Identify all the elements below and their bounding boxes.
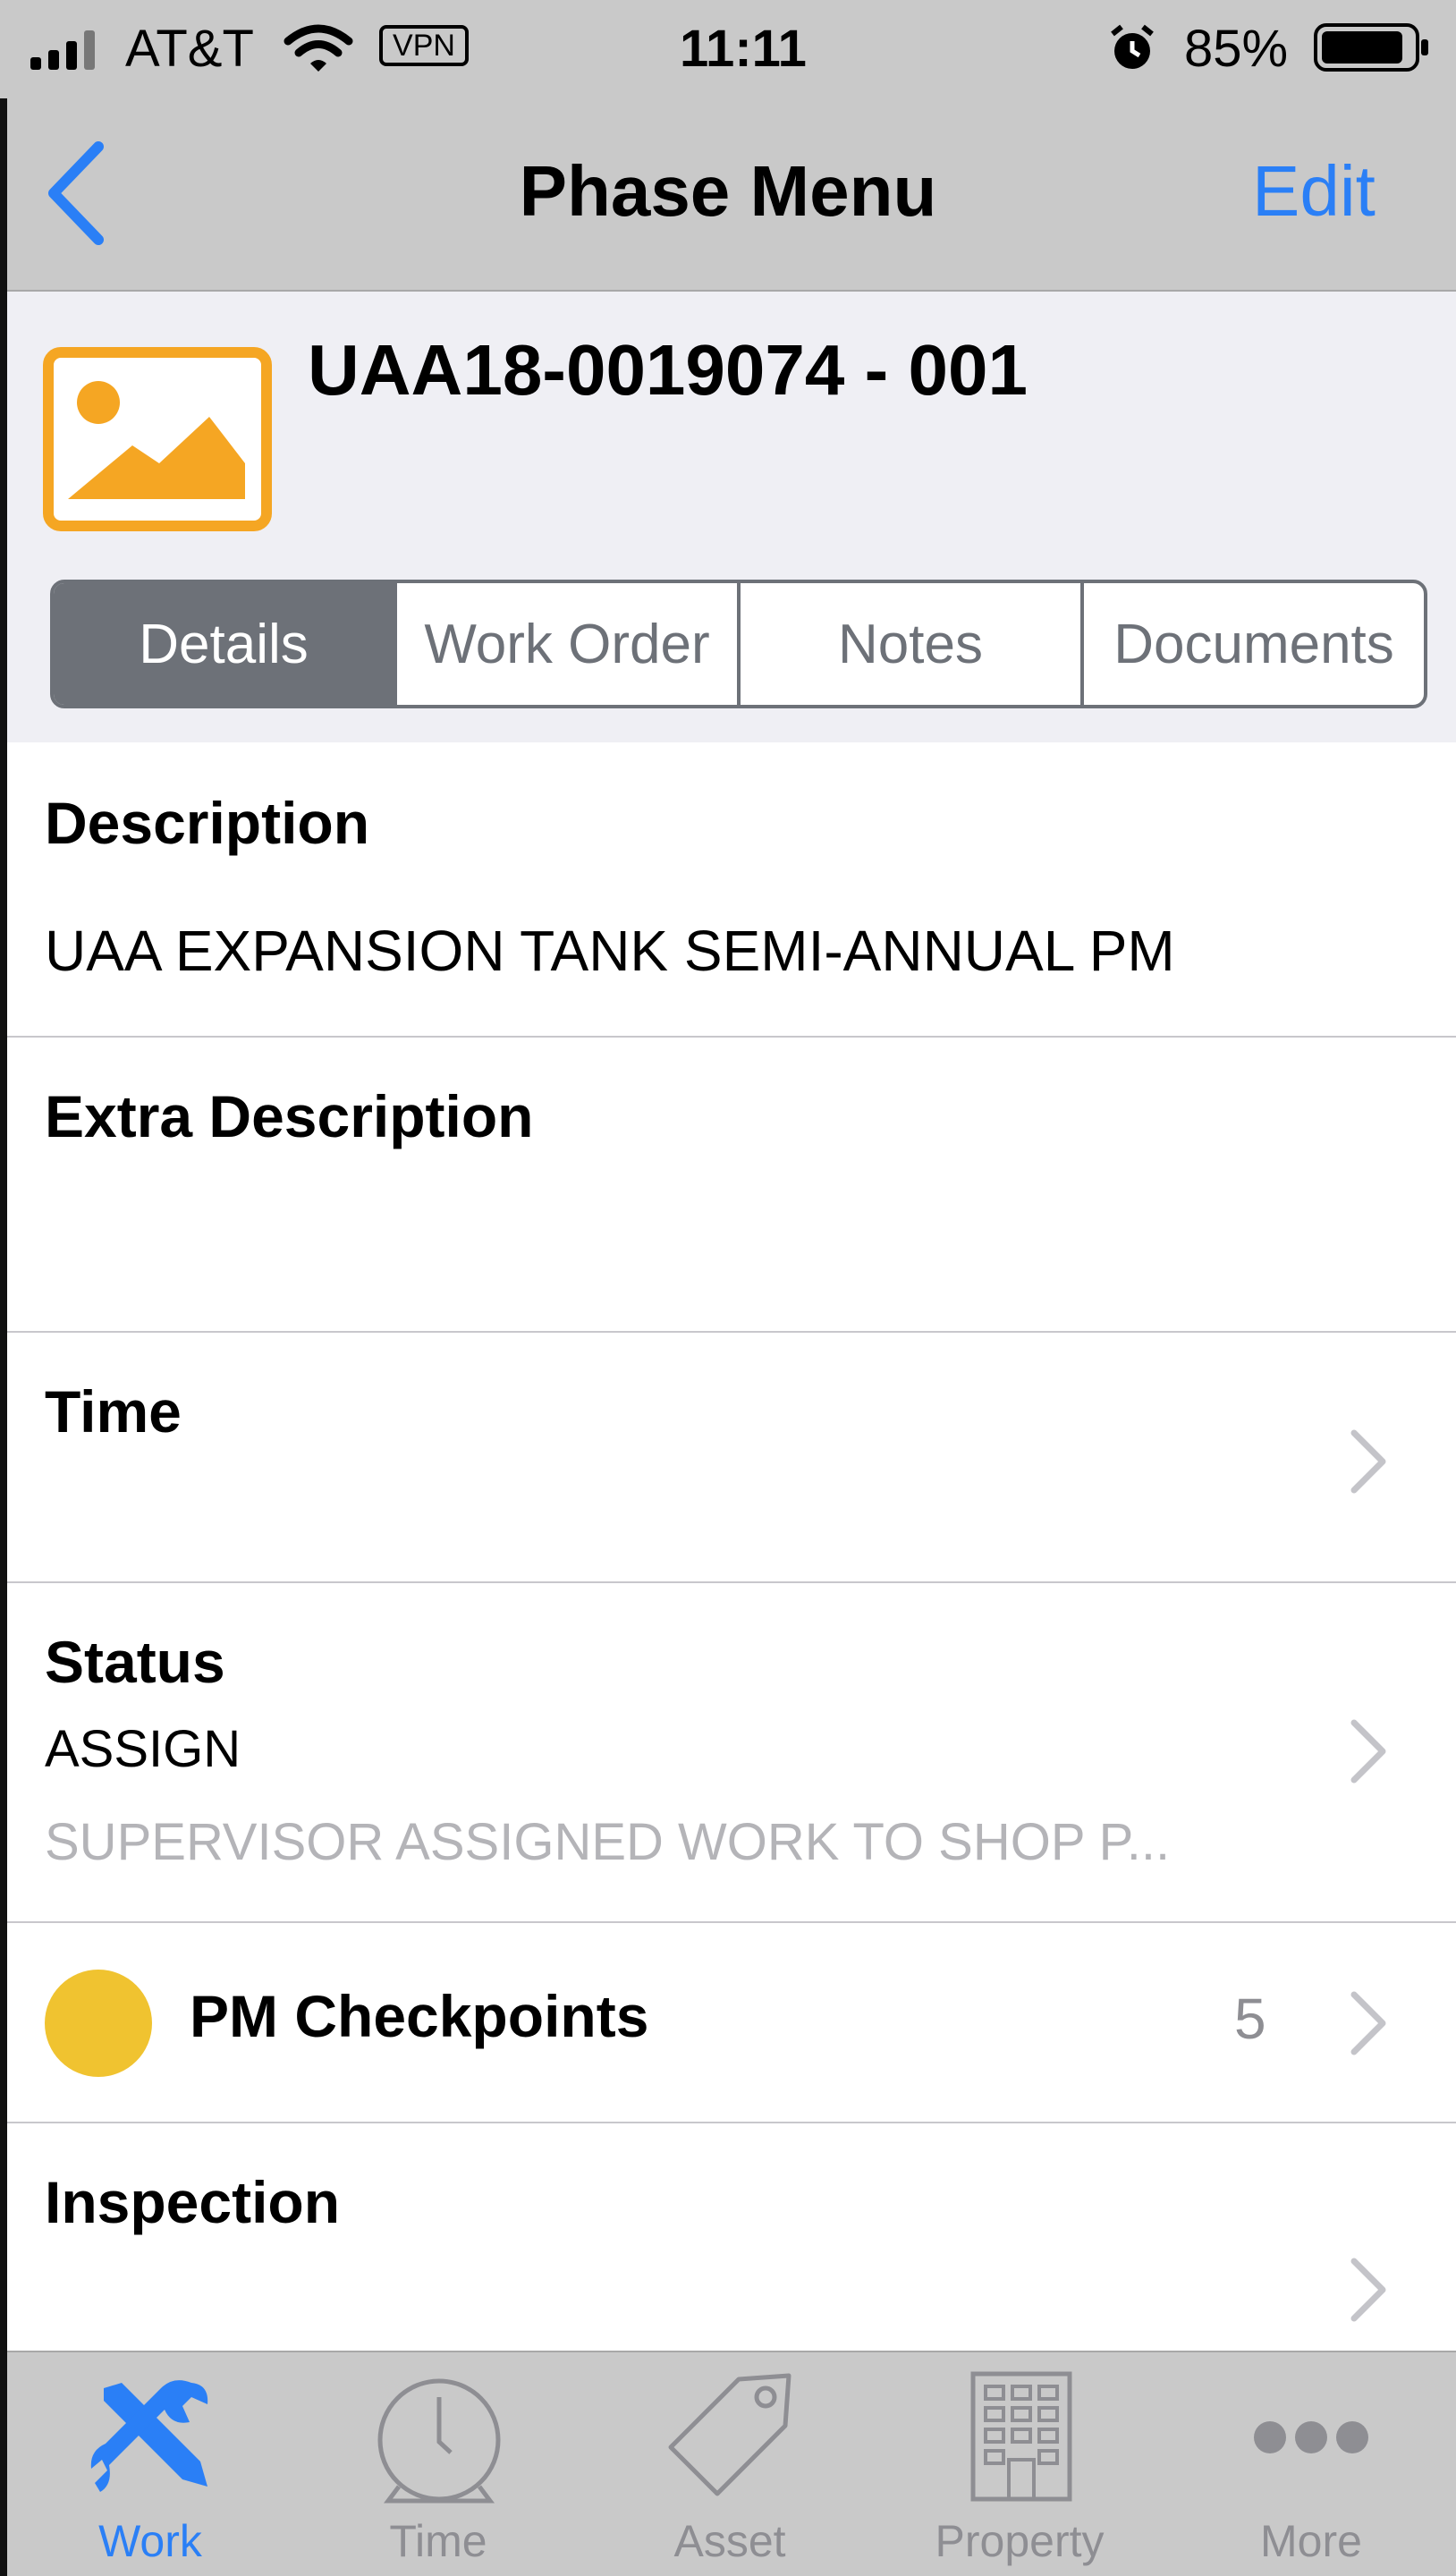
image-placeholder-icon bbox=[43, 347, 272, 531]
tab-work-label: Work bbox=[98, 2516, 202, 2566]
more-dots-icon bbox=[1254, 2421, 1368, 2453]
back-chevron-icon[interactable] bbox=[41, 140, 109, 247]
page-title: Phase Menu bbox=[519, 151, 937, 231]
status-label: Status bbox=[45, 1629, 225, 1695]
tab-notes[interactable]: Notes bbox=[737, 583, 1080, 705]
description-row: Description UAA EXPANSION TANK SEMI-ANNU… bbox=[7, 742, 1456, 1038]
tag-icon bbox=[668, 2373, 791, 2496]
wrench-screwdriver-icon bbox=[90, 2380, 208, 2492]
pm-checkpoints-count: 5 bbox=[1234, 1987, 1266, 2051]
pm-checkpoints-label: PM Checkpoints bbox=[190, 1983, 649, 2049]
details-list: Description UAA EXPANSION TANK SEMI-ANNU… bbox=[0, 742, 1456, 2351]
carrier-label: AT&T bbox=[125, 20, 254, 78]
battery-icon bbox=[1314, 23, 1428, 72]
tab-asset-label: Asset bbox=[673, 2516, 786, 2566]
vpn-badge: VPN bbox=[379, 25, 469, 66]
tab-details[interactable]: Details bbox=[54, 583, 394, 705]
chevron-right-icon bbox=[1350, 1991, 1386, 2055]
navigation-bar: Phase Menu Edit bbox=[0, 98, 1456, 292]
tab-work-order[interactable]: Work Order bbox=[394, 583, 737, 705]
edit-button[interactable]: Edit bbox=[1252, 147, 1376, 236]
status-bar: AT&T VPN 11:11 85% bbox=[0, 0, 1456, 98]
inspection-row[interactable]: Inspection bbox=[7, 2123, 1456, 2351]
alarm-icon bbox=[1111, 24, 1154, 69]
time-label: Time bbox=[45, 1378, 182, 1445]
time-row[interactable]: Time bbox=[7, 1333, 1456, 1581]
inspection-label: Inspection bbox=[45, 2169, 341, 2235]
segmented-control: Details Work Order Notes Documents bbox=[50, 580, 1427, 708]
tab-documents[interactable]: Documents bbox=[1080, 583, 1424, 705]
battery-percent: 85% bbox=[1184, 20, 1289, 78]
stopwatch-icon bbox=[377, 2378, 501, 2504]
chevron-right-icon bbox=[1350, 1719, 1386, 1784]
status-indicator-dot bbox=[45, 1970, 152, 2077]
wifi-icon bbox=[284, 24, 353, 72]
record-header: UAA18-0019074 - 001 Details Work Order N… bbox=[7, 292, 1456, 742]
chevron-right-icon bbox=[1350, 1429, 1386, 1494]
status-detail: SUPERVISOR ASSIGNED WORK TO SHOP P... bbox=[45, 1813, 1171, 1871]
clock: 11:11 bbox=[680, 20, 807, 78]
tab-more-label: More bbox=[1260, 2516, 1362, 2566]
extra-description-row: Extra Description bbox=[7, 1038, 1456, 1331]
status-value: ASSIGN bbox=[45, 1720, 241, 1778]
status-row[interactable]: Status ASSIGN SUPERVISOR ASSIGNED WORK T… bbox=[7, 1583, 1456, 1923]
cellular-signal-icon bbox=[30, 30, 95, 70]
description-label: Description bbox=[45, 790, 370, 856]
description-value: UAA EXPANSION TANK SEMI-ANNUAL PM bbox=[45, 919, 1175, 983]
record-id: UAA18-0019074 - 001 bbox=[308, 330, 1028, 410]
building-icon bbox=[970, 2371, 1072, 2502]
chevron-right-icon bbox=[1350, 2258, 1386, 2322]
tab-time-label: Time bbox=[389, 2516, 487, 2566]
tab-property-label: Property bbox=[935, 2516, 1105, 2566]
extra-description-label: Extra Description bbox=[45, 1083, 534, 1149]
pm-checkpoints-row[interactable]: PM Checkpoints 5 bbox=[7, 1923, 1456, 2122]
